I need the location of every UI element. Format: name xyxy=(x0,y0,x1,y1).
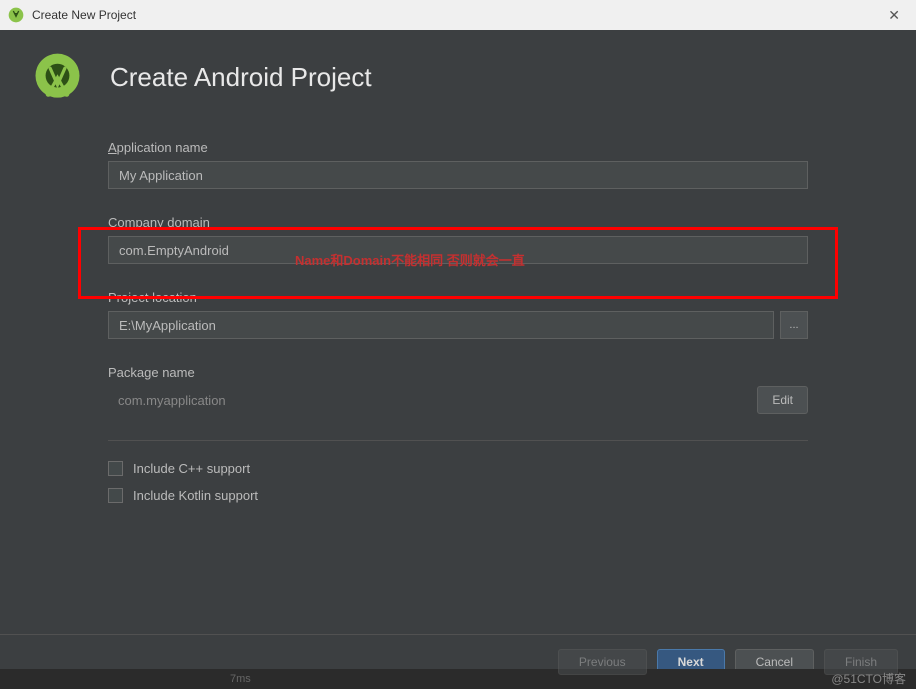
kotlin-support-checkbox[interactable]: Include Kotlin support xyxy=(108,488,808,503)
company-domain-input[interactable] xyxy=(108,236,808,264)
android-studio-logo-icon xyxy=(30,50,85,105)
project-location-label: Project location xyxy=(108,290,808,305)
edit-package-button[interactable]: Edit xyxy=(757,386,808,414)
kotlin-support-label: Include Kotlin support xyxy=(133,488,258,503)
cpp-support-label: Include C++ support xyxy=(133,461,250,476)
company-domain-label: Company domain xyxy=(108,215,808,230)
previous-button: Previous xyxy=(558,649,647,675)
android-studio-icon xyxy=(8,7,24,23)
close-icon[interactable]: ✕ xyxy=(880,7,908,24)
background-status: 7ms xyxy=(0,669,916,689)
package-name-label: Package name xyxy=(108,365,808,380)
application-name-field: Application name xyxy=(108,140,808,189)
project-location-field: Project location ... xyxy=(108,290,808,339)
main-area: 7ms Create Android Project Application n… xyxy=(0,30,916,689)
window-title: Create New Project xyxy=(32,8,136,22)
page-title: Create Android Project xyxy=(110,62,372,93)
separator xyxy=(108,440,808,441)
browse-button[interactable]: ... xyxy=(780,311,808,339)
package-name-field: Package name com.myapplication Edit xyxy=(108,365,808,414)
dialog-header: Create Android Project xyxy=(0,30,916,125)
checkbox-icon xyxy=(108,488,123,503)
company-domain-field: Company domain xyxy=(108,215,808,264)
package-name-value: com.myapplication xyxy=(108,393,226,408)
project-location-input[interactable] xyxy=(108,311,774,339)
cpp-support-checkbox[interactable]: Include C++ support xyxy=(108,461,808,476)
checkbox-icon xyxy=(108,461,123,476)
application-name-input[interactable] xyxy=(108,161,808,189)
application-name-label: Application name xyxy=(108,140,808,155)
form-area: Application name Company domain Project … xyxy=(0,125,916,634)
watermark: @51CTO博客 xyxy=(831,670,906,687)
titlebar: Create New Project ✕ xyxy=(0,0,916,30)
